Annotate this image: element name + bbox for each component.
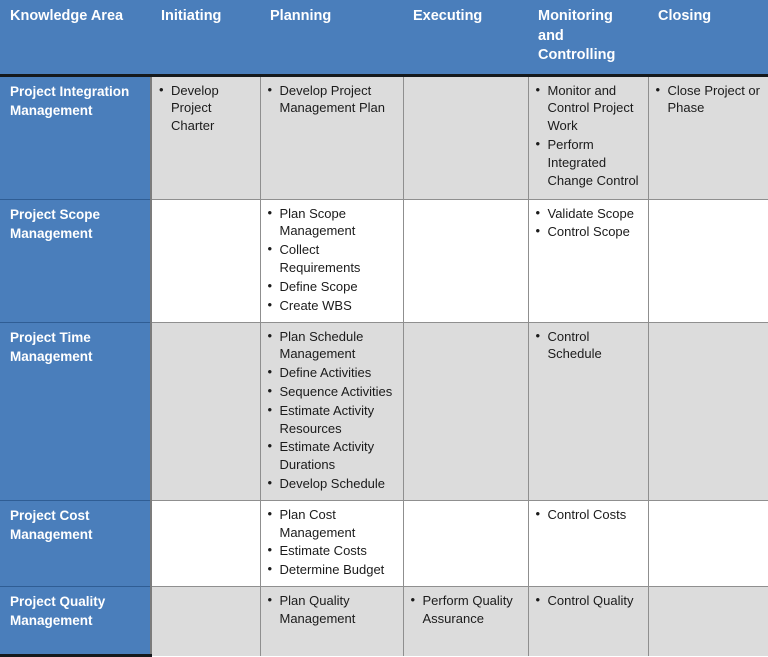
process-list: Validate ScopeControl Scope [535,204,642,242]
process-item: Create WBS [267,296,397,315]
process-item: Perform Quality Assurance [410,591,522,628]
process-item: Perform Integrated Change Control [535,135,642,189]
column-header-closing: Closing [648,0,768,77]
process-item: Develop Schedule [267,474,397,493]
process-list: Develop Project Charter [158,81,254,135]
process-item: Collect Requirements [267,240,397,277]
process-item: Estimate Activity Resources [267,401,397,438]
column-header-initiating: Initiating [151,0,260,77]
process-cell-closing: Close Project or Phase [648,74,768,200]
process-item: Define Scope [267,277,397,296]
process-list: Monitor and Control Project WorkPerform … [535,81,642,190]
knowledge-area-cell: Project Time Management [0,321,152,501]
process-cell-executing [403,74,529,200]
process-cell-closing [648,499,768,588]
process-cell-initiating [151,321,261,501]
process-item: Control Quality [535,591,642,610]
column-header-monitoring: Monitoring and Controlling [528,0,648,77]
process-cell-closing [648,586,768,656]
process-list: Plan Quality Management [267,591,397,628]
process-cell-initiating: Develop Project Charter [151,74,261,200]
process-cell-planning: Plan Scope ManagementCollect Requirement… [260,198,404,323]
process-item: Plan Scope Management [267,204,397,241]
column-header-planning: Planning [260,0,403,77]
process-list: Control Costs [535,505,642,524]
process-cell-planning: Plan Quality Management [260,586,404,656]
pm-process-groups-table: Knowledge Area Initiating Planning Execu… [0,0,768,657]
table-row: Project Quality Management Plan Quality M… [0,586,768,657]
process-item: Estimate Costs [267,541,397,560]
knowledge-area-cell: Project Scope Management [0,198,152,323]
process-cell-monitoring: Control Quality [528,586,649,656]
process-cell-monitoring: Monitor and Control Project WorkPerform … [528,74,649,200]
process-item: Control Schedule [535,327,642,364]
table-row: Project Time Management Plan Schedule Man… [0,321,768,501]
process-cell-closing [648,198,768,323]
process-list: Close Project or Phase [655,81,763,118]
table-body: Project Integration ManagementDevelop Pr… [0,74,768,657]
process-item: Determine Budget [267,560,397,579]
process-list: Perform Quality Assurance [410,591,522,628]
process-item: Control Scope [535,222,642,241]
process-list: Control Quality [535,591,642,610]
column-header-knowledge-area: Knowledge Area [0,0,151,77]
process-cell-planning: Plan Schedule ManagementDefine Activitie… [260,321,404,501]
process-cell-executing [403,499,529,588]
process-list: Plan Scope ManagementCollect Requirement… [267,204,397,315]
knowledge-area-cell: Project Integration Management [0,74,152,200]
process-cell-initiating [151,499,261,588]
process-cell-initiating [151,586,261,656]
process-item: Develop Project Charter [158,81,254,135]
table-row: Project Cost Management Plan Cost Managem… [0,499,768,588]
column-header-executing: Executing [403,0,528,77]
process-cell-monitoring: Control Schedule [528,321,649,501]
process-item: Validate Scope [535,204,642,223]
knowledge-area-cell: Project Quality Management [0,586,152,657]
process-item: Monitor and Control Project Work [535,81,642,135]
process-item: Close Project or Phase [655,81,763,118]
process-list: Plan Cost ManagementEstimate CostsDeterm… [267,505,397,579]
process-cell-executing [403,198,529,323]
knowledge-area-cell: Project Cost Management [0,499,152,588]
process-item: Sequence Activities [267,382,397,401]
process-item: Plan Cost Management [267,505,397,542]
process-item: Estimate Activity Durations [267,437,397,474]
header-row: Knowledge Area Initiating Planning Execu… [0,0,768,77]
process-list: Control Schedule [535,327,642,364]
process-cell-executing: Perform Quality Assurance [403,586,529,656]
table-row: Project Integration ManagementDevelop Pr… [0,74,768,200]
process-cell-planning: Plan Cost ManagementEstimate CostsDeterm… [260,499,404,588]
process-cell-planning: Develop Project Management Plan [260,74,404,200]
process-cell-executing [403,321,529,501]
process-cell-initiating [151,198,261,323]
process-item: Define Activities [267,363,397,382]
process-item: Control Costs [535,505,642,524]
process-cell-monitoring: Validate ScopeControl Scope [528,198,649,323]
process-cell-closing [648,321,768,501]
table-header: Knowledge Area Initiating Planning Execu… [0,0,768,77]
process-item: Develop Project Management Plan [267,81,397,118]
process-item: Plan Schedule Management [267,327,397,364]
process-list: Plan Schedule ManagementDefine Activitie… [267,327,397,493]
process-list: Develop Project Management Plan [267,81,397,118]
table-row: Project Scope Management Plan Scope Manag… [0,198,768,323]
process-cell-monitoring: Control Costs [528,499,649,588]
process-item: Plan Quality Management [267,591,397,628]
